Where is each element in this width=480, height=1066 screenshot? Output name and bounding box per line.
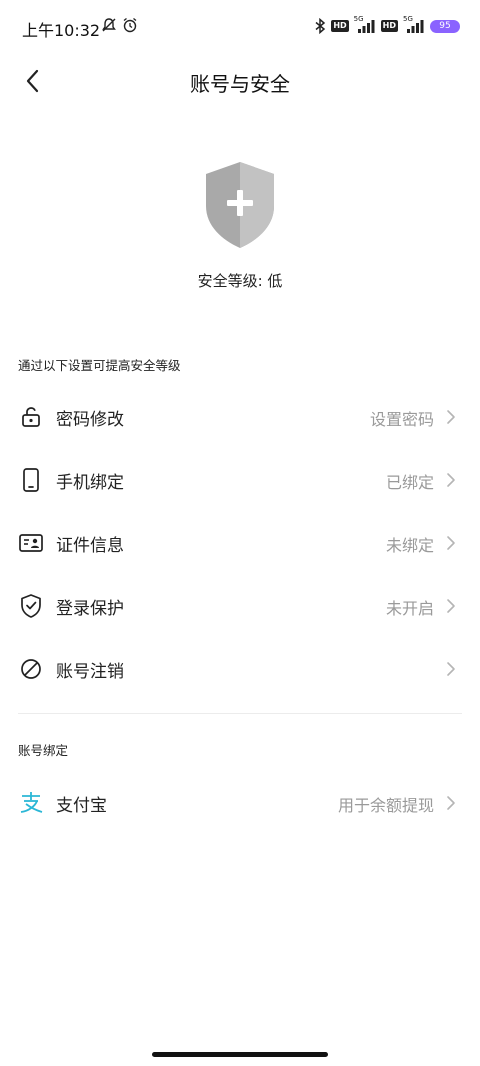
security-level-text: 安全等级: 低 <box>197 272 283 290</box>
security-level: 安全等级: 低 <box>0 270 480 291</box>
row-delete-account[interactable]: 账号注销 <box>0 638 480 700</box>
page-title: 账号与安全 <box>190 72 290 96</box>
row-login-protection[interactable]: 登录保护 未开启 <box>0 575 480 637</box>
row-id-info[interactable]: 证件信息 未绑定 <box>0 512 480 574</box>
home-indicator[interactable] <box>152 1052 328 1057</box>
row-phone[interactable]: 手机绑定 已绑定 <box>0 449 480 511</box>
row-value-id: 未绑定 <box>385 536 434 555</box>
section-title-binding: 账号绑定 <box>18 743 69 758</box>
back-button[interactable] <box>16 64 50 98</box>
id-card-icon <box>18 531 44 555</box>
row-value-login: 未开启 <box>385 599 434 618</box>
alipay-icon <box>18 791 44 815</box>
shield-check-icon <box>18 594 44 618</box>
chevron-right-icon <box>447 662 455 676</box>
back-arrow-icon <box>26 69 39 93</box>
bluetooth-icon <box>315 18 326 34</box>
signal-2: 5G <box>403 15 425 34</box>
row-label-alipay: 支付宝 <box>56 796 107 816</box>
hd-badge: HD <box>331 20 349 32</box>
ban-icon <box>18 657 44 681</box>
row-password[interactable]: 密码修改 设置密码 <box>0 386 480 448</box>
status-bar: 上午10:32 HD 5G HD 5G 95 <box>0 0 480 54</box>
network-label-2: 5G <box>403 15 413 23</box>
row-value-alipay: 用于余额提现 <box>337 796 434 815</box>
row-value-phone: 已绑定 <box>385 473 434 492</box>
lock-icon <box>18 405 44 429</box>
row-label-id: 证件信息 <box>56 536 124 556</box>
nav-bar: 账号与安全 <box>0 56 480 106</box>
bell-off-icon <box>102 18 116 32</box>
battery-icon: 95 <box>430 19 460 33</box>
shield-icon <box>206 162 274 248</box>
row-label-delete: 账号注销 <box>56 662 124 682</box>
status-time: 上午10:32 <box>22 21 101 40</box>
chevron-right-icon <box>447 410 455 424</box>
alarm-icon <box>123 17 137 33</box>
chevron-right-icon <box>447 536 455 550</box>
phone-icon <box>18 468 44 492</box>
chevron-right-icon <box>447 796 455 810</box>
section-title-improve: 通过以下设置可提高安全等级 <box>18 358 181 373</box>
row-alipay[interactable]: 支付宝 用于余额提现 <box>0 772 480 834</box>
divider <box>18 713 462 714</box>
row-label-phone: 手机绑定 <box>56 473 124 493</box>
row-label-login: 登录保护 <box>56 599 124 619</box>
chevron-right-icon <box>447 473 455 487</box>
security-shield <box>202 160 278 250</box>
signal-1: 5G <box>353 15 376 34</box>
row-value-password: 设置密码 <box>369 410 434 429</box>
chevron-right-icon <box>447 599 455 613</box>
network-label: 5G <box>353 15 364 23</box>
row-label-password: 密码修改 <box>56 410 124 430</box>
hd-badge-2: HD <box>380 20 398 32</box>
